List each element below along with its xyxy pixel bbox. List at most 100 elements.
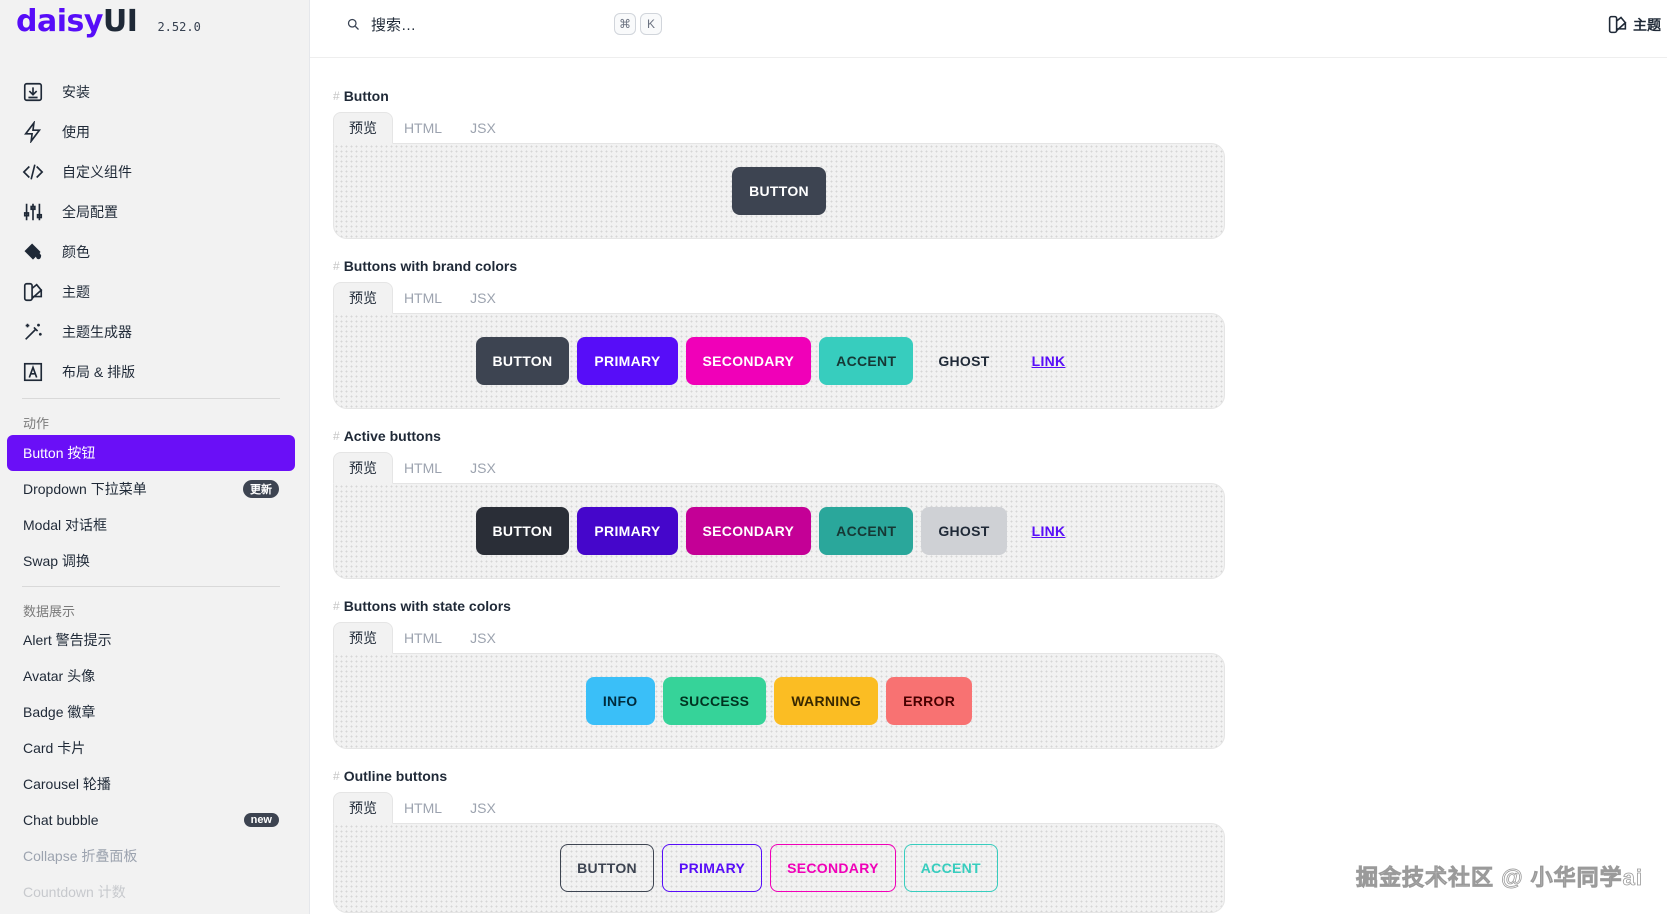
anchor-hash[interactable]: #	[333, 259, 340, 273]
section-button: # Button 预览 HTML JSX BUTTON	[333, 86, 1225, 239]
search-placeholder: 搜索…	[371, 17, 417, 34]
nav-item-customize[interactable]: 自定义组件	[22, 152, 292, 192]
sidebar-item-avatar[interactable]: Avatar 头像	[7, 658, 295, 694]
button-outline[interactable]: BUTTON	[560, 844, 654, 892]
tab-html[interactable]: HTML	[393, 112, 453, 144]
sliders-icon	[23, 203, 43, 221]
top-bar: 搜索… ⌘ K 主题	[310, 0, 1667, 58]
preview-panel: BUTTON PRIMARY SECONDARY ACCENT GHOST LI…	[333, 313, 1225, 409]
swatch-icon	[1608, 15, 1627, 34]
button-outline-secondary[interactable]: SECONDARY	[770, 844, 896, 892]
button-ghost[interactable]: GHOST	[921, 337, 1006, 385]
sidebar-item-label: Swap 调换	[23, 553, 90, 569]
anchor-hash[interactable]: #	[333, 89, 340, 103]
brand: daisyUI 2.52.0	[16, 4, 201, 39]
button-accent-active[interactable]: ACCENT	[819, 507, 914, 555]
tab-jsx[interactable]: JSX	[453, 792, 513, 824]
anchor-hash[interactable]: #	[333, 769, 340, 783]
preview-panel: BUTTON PRIMARY SECONDARY ACCENT	[333, 823, 1225, 913]
nav-item-config[interactable]: 全局配置	[22, 192, 292, 232]
nav-item-label: 安装	[62, 84, 90, 100]
button-secondary-active[interactable]: SECONDARY	[685, 507, 812, 555]
swatch-icon	[23, 282, 43, 302]
sidebar-item-label: Alert 警告提示	[23, 632, 112, 648]
sidebar-item-label: Modal 对话框	[23, 517, 108, 533]
search-input[interactable]: 搜索…	[346, 14, 416, 35]
button-outline-accent[interactable]: ACCENT	[903, 844, 998, 892]
button-primary-active[interactable]: PRIMARY	[577, 507, 678, 555]
sidebar-item-alert[interactable]: Alert 警告提示	[7, 622, 295, 658]
sidebar-item-dropdown[interactable]: Dropdown 下拉菜单 更新	[7, 471, 295, 507]
button-ghost-active[interactable]: GHOST	[921, 507, 1007, 555]
magic-wand-icon	[25, 323, 42, 340]
nav-item-label: 颜色	[62, 244, 90, 260]
logo[interactable]: daisyUI	[16, 4, 138, 39]
section-title-data-display: 数据展示	[23, 604, 76, 619]
tab-preview[interactable]: 预览	[333, 282, 393, 314]
sidebar-item-swap[interactable]: Swap 调换	[7, 543, 295, 579]
section-brand-colors: # Buttons with brand colors 预览 HTML JSX B…	[333, 256, 1225, 409]
main-nav: 安装 使用 自定义组件 全局配置 颜色 主题 主题生成器 布局 & 排版	[22, 72, 292, 392]
section-heading: # Button	[333, 86, 1225, 106]
button-success[interactable]: SUCCESS	[662, 677, 767, 725]
button-accent[interactable]: ACCENT	[819, 337, 914, 385]
button-link[interactable]: LINK	[1015, 337, 1083, 385]
theme-button[interactable]: 主题	[1607, 14, 1661, 35]
sidebar-item-chat-bubble[interactable]: Chat bubble new	[7, 802, 295, 838]
sidebar-item-label: Button 按钮	[23, 445, 96, 461]
data-display-list: Alert 警告提示 Avatar 头像 Badge 徽章 Card 卡片 Ca…	[7, 622, 295, 910]
nav-item-themes[interactable]: 主题	[22, 272, 292, 312]
tab-bar: 预览 HTML JSX	[333, 452, 1225, 484]
nav-item-install[interactable]: 安装	[22, 72, 292, 112]
tab-html[interactable]: HTML	[393, 282, 453, 314]
anchor-hash[interactable]: #	[333, 429, 340, 443]
tab-preview[interactable]: 预览	[333, 792, 393, 824]
tab-bar: 预览 HTML JSX	[333, 622, 1225, 654]
section-title: Buttons with brand colors	[343, 258, 518, 274]
tab-jsx[interactable]: JSX	[453, 452, 513, 484]
kbd-cmd: ⌘	[614, 13, 636, 35]
button-default[interactable]: BUTTON	[732, 167, 826, 215]
tab-preview[interactable]: 预览	[333, 622, 393, 654]
tab-html[interactable]: HTML	[393, 452, 453, 484]
sidebar-item-label: Collapse 折叠面板	[23, 848, 138, 864]
theme-button-label: 主题	[1633, 16, 1661, 33]
button-warning[interactable]: WARNING	[774, 677, 879, 725]
nav-item-layout[interactable]: 布局 & 排版	[22, 352, 292, 392]
tab-bar: 预览 HTML JSX	[333, 792, 1225, 824]
tab-preview[interactable]: 预览	[333, 452, 393, 484]
tab-jsx[interactable]: JSX	[453, 282, 513, 314]
tab-html[interactable]: HTML	[393, 792, 453, 824]
nav-item-label: 自定义组件	[62, 164, 132, 180]
nav-item-usage[interactable]: 使用	[22, 112, 292, 152]
button-secondary[interactable]: SECONDARY	[685, 337, 812, 385]
tab-jsx[interactable]: JSX	[453, 112, 513, 144]
nav-item-theme-generator[interactable]: 主题生成器	[22, 312, 292, 352]
sidebar-item-collapse[interactable]: Collapse 折叠面板	[7, 838, 295, 874]
button-error[interactable]: ERROR	[886, 677, 973, 725]
tab-html[interactable]: HTML	[393, 622, 453, 654]
button-primary[interactable]: PRIMARY	[577, 337, 678, 385]
button-default[interactable]: BUTTON	[475, 337, 570, 385]
sidebar: daisyUI 2.52.0 安装 使用 自定义组件 全局配置 颜色 主题 主题…	[0, 0, 310, 914]
sidebar-item-countdown[interactable]: Countdown 计数	[7, 874, 295, 910]
section-heading: # Outline buttons	[333, 766, 1225, 786]
button-default-active[interactable]: BUTTON	[475, 507, 570, 555]
sidebar-item-carousel[interactable]: Carousel 轮播	[7, 766, 295, 802]
button-info[interactable]: INFO	[585, 677, 655, 725]
sidebar-item-modal[interactable]: Modal 对话框	[7, 507, 295, 543]
sidebar-item-badge[interactable]: Badge 徽章	[7, 694, 295, 730]
version-label[interactable]: 2.52.0	[157, 20, 200, 34]
section-title: Active buttons	[343, 428, 441, 444]
nav-item-colors[interactable]: 颜色	[22, 232, 292, 272]
sidebar-item-button[interactable]: Button 按钮	[7, 435, 295, 471]
button-link-active[interactable]: LINK	[1015, 507, 1083, 555]
button-outline-primary[interactable]: PRIMARY	[661, 844, 763, 892]
sidebar-item-card[interactable]: Card 卡片	[7, 730, 295, 766]
tab-preview[interactable]: 预览	[333, 112, 393, 144]
tab-bar: 预览 HTML JSX	[333, 282, 1225, 314]
tab-jsx[interactable]: JSX	[453, 622, 513, 654]
anchor-hash[interactable]: #	[333, 599, 340, 613]
section-heading: # Active buttons	[333, 426, 1225, 446]
new-badge: new	[243, 813, 279, 827]
